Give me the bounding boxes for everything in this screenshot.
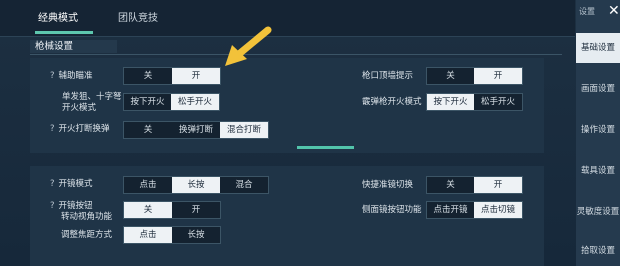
option-button[interactable]: 按下开火	[427, 94, 474, 110]
focus-adjust-mode-label: 调整焦距方式	[61, 230, 113, 240]
scope-button-rotate-label: ? 开镜按钮 转动视角功能	[50, 201, 113, 222]
sidebar-item-vehicle[interactable]: 载具设置	[576, 156, 620, 186]
shotgun-fire-mode-toggle[interactable]: 按下开火 松手开火	[426, 93, 523, 111]
option-button[interactable]: 混合打断	[220, 122, 268, 138]
side-scope-button-toggle[interactable]: 点击开镜 点击切镜	[426, 201, 523, 219]
fire-interrupt-reload-label: ? 开火打断换弹	[50, 124, 110, 134]
aim-assist-label: ? 辅助瞄准	[50, 71, 93, 81]
annotation-arrow-icon	[225, 26, 272, 66]
option-button[interactable]: 换弹打断	[172, 122, 220, 138]
option-button[interactable]: 点击	[124, 177, 172, 193]
option-button[interactable]: 混合	[220, 177, 268, 193]
sidebar-item-basic[interactable]: 基础设置	[576, 33, 620, 63]
quick-scope-switch-toggle[interactable]: 关开	[426, 176, 523, 194]
fire-interrupt-reload-toggle[interactable]: 关换弹打断 混合打断	[123, 121, 269, 139]
option-button[interactable]: 关	[124, 122, 172, 138]
section-title: 枪械设置	[30, 40, 117, 53]
focus-adjust-mode-toggle[interactable]: 点击 长按	[123, 226, 221, 244]
muzzle-wall-hint-label: 枪口顶墙提示	[362, 71, 414, 81]
muzzle-wall-hint-toggle[interactable]: 关开	[426, 67, 523, 85]
option-button[interactable]: 松手开火	[171, 94, 219, 110]
option-button[interactable]: 点击开镜	[427, 202, 474, 218]
option-button[interactable]: 关	[427, 68, 474, 84]
option-button[interactable]: 开	[474, 68, 522, 84]
scope-button-rotate-toggle[interactable]: 关开	[123, 201, 221, 219]
single-fire-mode-label: 单发狙、十字弩 开火模式	[62, 92, 122, 113]
sidebar-item-pickup[interactable]: 拾取设置	[576, 236, 620, 266]
settings-sidebar: 设置 ✕ 基础设置 画面设置 操作设置 载具设置 灵敏度设置 拾取设置	[576, 0, 620, 266]
option-button[interactable]: 开	[172, 68, 220, 84]
option-button[interactable]: 关	[124, 68, 172, 84]
option-button[interactable]: 长按	[172, 177, 220, 193]
option-button[interactable]: 开	[172, 202, 220, 218]
settings-screen: 经典模式 团队竞技 枪械设置 ? 辅助瞄准 关开 单发狙、十字弩 开火模式 按下开火…	[0, 0, 620, 266]
option-button[interactable]: 关	[124, 202, 172, 218]
option-button[interactable]: 开	[474, 177, 522, 193]
quick-scope-switch-label: 快捷准镜切换	[362, 180, 414, 190]
option-button[interactable]: 按下开火	[124, 94, 171, 110]
tab-classic-mode[interactable]: 经典模式	[38, 9, 78, 29]
active-tab-indicator	[35, 31, 93, 34]
page-scroll-indicator	[297, 146, 354, 149]
side-scope-button-label: 侧面镜按钮功能	[362, 205, 422, 215]
close-icon[interactable]: ✕	[608, 3, 620, 19]
single-fire-mode-toggle[interactable]: 按下开火 松手开火	[123, 93, 220, 111]
section-divider	[30, 54, 562, 55]
sidebar-item-graphics[interactable]: 画面设置	[576, 74, 620, 104]
option-button[interactable]: 松手开火	[474, 94, 522, 110]
option-button[interactable]: 长按	[172, 227, 220, 243]
option-button[interactable]: 点击	[124, 227, 172, 243]
sidebar-item-controls[interactable]: 操作设置	[576, 115, 620, 145]
option-button[interactable]: 点击切镜	[474, 202, 522, 218]
sidebar-header: 设置 ✕	[576, 0, 620, 24]
sidebar-item-sensitivity[interactable]: 灵敏度设置	[576, 197, 620, 227]
scope-mode-label: ? 开镜模式	[50, 179, 93, 189]
option-button[interactable]: 关	[427, 177, 474, 193]
tab-team-deathmatch[interactable]: 团队竞技	[118, 9, 158, 29]
scope-mode-toggle[interactable]: 点击 长按 混合	[123, 176, 269, 194]
shotgun-fire-mode-label: 霰弹枪开火模式	[362, 97, 422, 107]
mode-tab-bar: 经典模式 团队竞技	[0, 0, 575, 37]
aim-assist-toggle[interactable]: 关开	[123, 67, 221, 85]
settings-title: 设置	[579, 7, 595, 16]
